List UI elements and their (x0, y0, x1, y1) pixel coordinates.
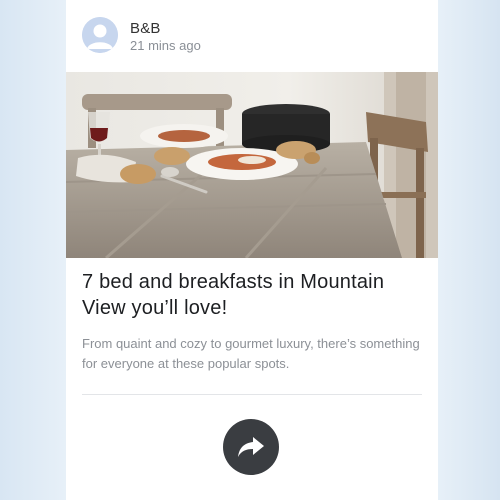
avatar[interactable] (82, 17, 118, 53)
share-button[interactable] (223, 419, 279, 475)
post-timestamp: 21 mins ago (130, 38, 201, 53)
author-name[interactable]: B&B (130, 20, 161, 37)
dining-table-photo (66, 72, 438, 258)
divider (82, 394, 422, 395)
background-left (0, 0, 66, 500)
post-description: From quaint and cozy to gourmet luxury, … (82, 336, 420, 371)
background-right (438, 0, 500, 500)
post-card: B&B 21 mins ago 7 bed and breakfasts in … (66, 0, 438, 500)
share-arrow-icon (238, 437, 264, 457)
post-title[interactable]: 7 bed and breakfasts in Mountain View yo… (82, 269, 422, 321)
post-header: B&B 21 mins ago (66, 0, 438, 72)
hero-image[interactable] (66, 72, 438, 258)
person-silhouette-icon (82, 17, 118, 53)
